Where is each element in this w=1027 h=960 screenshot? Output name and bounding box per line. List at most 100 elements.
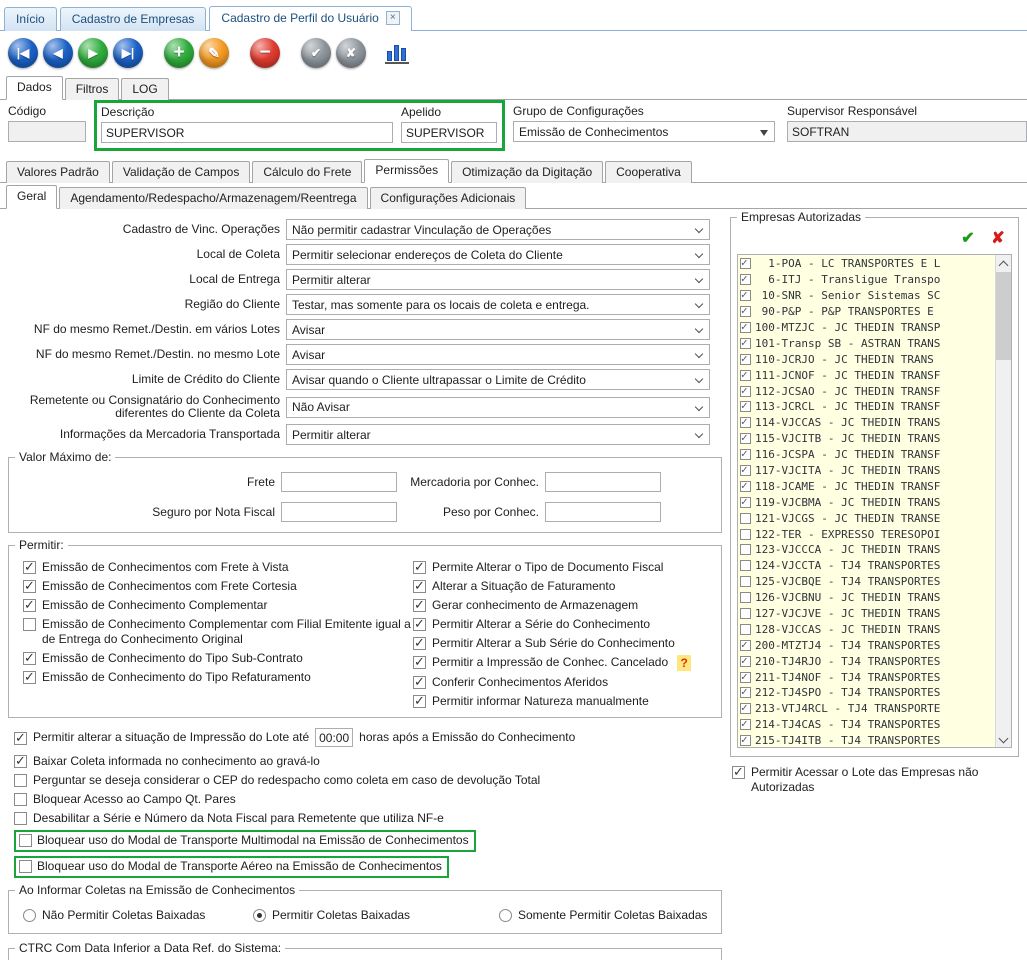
company-row[interactable]: 111-JCNOF - JC THEDIN TRANSF bbox=[739, 367, 994, 383]
perfil-tab[interactable]: Validação de Campos bbox=[112, 161, 251, 183]
misc-checkbox-row[interactable]: Bloquear Acesso ao Campo Qt. Pares bbox=[14, 792, 722, 807]
company-row[interactable]: 90-P&P - P&P TRANSPORTES E bbox=[739, 304, 994, 320]
company-row[interactable]: 117-VJCITA - JC THEDIN TRANS bbox=[739, 463, 994, 479]
permitir-checkbox-row[interactable]: Emissão de Conhecimento Complementar com… bbox=[23, 617, 413, 647]
company-row[interactable]: 122-TER - EXPRESSO TERESOPOI bbox=[739, 526, 994, 542]
policy-dropdown[interactable]: Permitir selecionar endereços de Coleta … bbox=[286, 244, 710, 265]
perfil-tab[interactable]: Valores Padrão bbox=[6, 161, 110, 183]
record-tab[interactable]: Dados bbox=[6, 76, 63, 100]
permitir-checkbox-row[interactable]: Permitir a Impressão de Conhec. Cancelad… bbox=[413, 655, 713, 671]
company-row[interactable]: 1-POA - LC TRANSPORTES E L bbox=[739, 256, 994, 272]
supervisor-input[interactable] bbox=[787, 121, 1027, 142]
misc-checkbox-row[interactable]: Desabilitar a Série e Número da Nota Fis… bbox=[14, 811, 722, 826]
company-row[interactable]: 128-VJCCAS - JC THEDIN TRANS bbox=[739, 621, 994, 637]
chart-button[interactable] bbox=[383, 39, 411, 67]
company-row[interactable]: 213-VTJ4RCL - TJ4 TRANSPORTE bbox=[739, 701, 994, 717]
valor-maximo-input[interactable] bbox=[281, 502, 397, 522]
company-row[interactable]: 121-VJCGS - JC THEDIN TRANSE bbox=[739, 510, 994, 526]
company-row[interactable]: 6-ITJ - Transligue Transpo bbox=[739, 272, 994, 288]
policy-dropdown[interactable]: Avisar quando o Cliente ultrapassar o Li… bbox=[286, 369, 710, 390]
confirm-button[interactable]: ✔ bbox=[301, 38, 331, 68]
coletas-radio-option[interactable]: Somente Permitir Coletas Baixadas bbox=[499, 908, 707, 922]
policy-dropdown[interactable]: Não Avisar bbox=[286, 397, 710, 418]
valor-maximo-input[interactable] bbox=[545, 472, 661, 492]
permitir-checkbox-row[interactable]: Permitir informar Natureza manualmente bbox=[413, 694, 713, 709]
window-tab[interactable]: Cadastro de Perfil do Usuário bbox=[209, 6, 411, 31]
lote-impressao-row[interactable]: Permitir alterar a situação de Impressão… bbox=[14, 728, 722, 747]
company-row[interactable]: 10-SNR - Senior Sistemas SC bbox=[739, 288, 994, 304]
company-row[interactable]: 127-VJCJVE - JC THEDIN TRANS bbox=[739, 606, 994, 622]
company-row[interactable]: 100-MTZJC - JC THEDIN TRANSP bbox=[739, 320, 994, 336]
perfil-tab[interactable]: Cooperativa bbox=[605, 161, 692, 183]
apelido-input[interactable] bbox=[401, 122, 497, 143]
perfil-tab[interactable]: Cálculo do Frete bbox=[252, 161, 362, 183]
permitir-checkbox-row[interactable]: Gerar conhecimento de Armazenagem bbox=[413, 598, 713, 613]
next-record-button[interactable]: ▶ bbox=[78, 38, 108, 68]
coletas-radio-option[interactable]: Permitir Coletas Baixadas bbox=[253, 908, 499, 922]
valor-maximo-input[interactable] bbox=[281, 472, 397, 492]
company-row[interactable]: 210-TJ4RJO - TJ4 TRANSPORTES bbox=[739, 653, 994, 669]
company-row[interactable]: 112-JCSAO - JC THEDIN TRANSF bbox=[739, 383, 994, 399]
confirm-selection-button[interactable] bbox=[956, 228, 980, 249]
permissoes-subtab[interactable]: Agendamento/Redespacho/Armazenagem/Reent… bbox=[59, 187, 367, 209]
last-record-button[interactable]: ▶| bbox=[113, 38, 143, 68]
valor-maximo-input[interactable] bbox=[545, 502, 661, 522]
company-row[interactable]: 125-VJCBQE - TJ4 TRANSPORTES bbox=[739, 574, 994, 590]
misc-checkbox-row[interactable]: Baixar Coleta informada no conhecimento … bbox=[14, 754, 722, 769]
lote-hours-input[interactable] bbox=[315, 728, 353, 747]
company-row[interactable]: 110-JCRJO - JC THEDIN TRANS bbox=[739, 351, 994, 367]
company-row[interactable]: 215-TJ4ITB - TJ4 TRANSPORTES bbox=[739, 733, 994, 748]
scrollbar[interactable] bbox=[995, 255, 1011, 747]
permitir-checkbox-row[interactable]: Emissão de Conhecimentos com Frete à Vis… bbox=[23, 560, 413, 575]
policy-dropdown[interactable]: Permitir alterar bbox=[286, 269, 710, 290]
window-tab[interactable]: Cadastro de Empresas bbox=[60, 7, 207, 31]
scroll-thumb[interactable] bbox=[996, 272, 1011, 360]
company-row[interactable]: 113-JCRCL - JC THEDIN TRANSF bbox=[739, 399, 994, 415]
company-row[interactable]: 126-VJCBNU - JC THEDIN TRANS bbox=[739, 590, 994, 606]
company-list[interactable]: 1-POA - LC TRANSPORTES E L 6-ITJ - Trans… bbox=[737, 254, 1012, 748]
scroll-up-icon[interactable] bbox=[996, 255, 1011, 271]
policy-dropdown[interactable]: Testar, mas somente para os locais de co… bbox=[286, 294, 710, 315]
company-row[interactable]: 115-VJCITB - JC THEDIN TRANS bbox=[739, 431, 994, 447]
permitir-checkbox-row[interactable]: Emissão de Conhecimento Complementar bbox=[23, 598, 413, 613]
cancel-button[interactable]: ✘ bbox=[336, 38, 366, 68]
first-record-button[interactable]: |◀ bbox=[8, 38, 38, 68]
permitir-checkbox-row[interactable]: Permite Alterar o Tipo de Documento Fisc… bbox=[413, 560, 713, 575]
company-row[interactable]: 101-Transp SB - ASTRAN TRANS bbox=[739, 335, 994, 351]
record-tab[interactable]: LOG bbox=[121, 78, 168, 100]
help-icon[interactable] bbox=[677, 655, 691, 671]
misc-checkbox-row[interactable]: Bloquear uso do Modal de Transporte Mult… bbox=[14, 830, 476, 852]
close-icon[interactable] bbox=[386, 11, 400, 25]
permitir-checkbox-row[interactable]: Emissão de Conhecimentos com Frete Corte… bbox=[23, 579, 413, 594]
company-row[interactable]: 211-TJ4NOF - TJ4 TRANSPORTES bbox=[739, 669, 994, 685]
misc-checkbox-row[interactable]: Perguntar se deseja considerar o CEP do … bbox=[14, 773, 722, 788]
company-row[interactable]: 119-VJCBMA - JC THEDIN TRANS bbox=[739, 494, 994, 510]
edit-record-button[interactable]: ✎ bbox=[199, 38, 229, 68]
grupo-dropdown[interactable]: Emissão de Conhecimentos bbox=[513, 121, 775, 142]
permissoes-subtab[interactable]: Configurações Adicionais bbox=[370, 187, 527, 209]
permitir-checkbox-row[interactable]: Conferir Conhecimentos Aferidos bbox=[413, 675, 713, 690]
window-tab[interactable]: Início bbox=[4, 7, 57, 31]
scroll-down-icon[interactable] bbox=[996, 731, 1011, 747]
company-row[interactable]: 118-JCAME - JC THEDIN TRANSF bbox=[739, 478, 994, 494]
company-row[interactable]: 124-VJCCTA - TJ4 TRANSPORTES bbox=[739, 558, 994, 574]
descricao-input[interactable] bbox=[101, 122, 393, 143]
perfil-tab[interactable]: Otimização da Digitação bbox=[451, 161, 603, 183]
misc-checkbox-row[interactable]: Bloquear uso do Modal de Transporte Aére… bbox=[14, 856, 449, 878]
clear-selection-button[interactable] bbox=[986, 228, 1010, 249]
add-record-button[interactable]: + bbox=[164, 38, 194, 68]
company-row[interactable]: 200-MTZTJ4 - TJ4 TRANSPORTES bbox=[739, 637, 994, 653]
codigo-input[interactable] bbox=[8, 121, 86, 142]
permitir-checkbox-row[interactable]: Emissão de Conhecimento do Tipo Refatura… bbox=[23, 670, 413, 685]
policy-dropdown[interactable]: Avisar bbox=[286, 344, 710, 365]
company-row[interactable]: 123-VJCCCA - JC THEDIN TRANS bbox=[739, 542, 994, 558]
permitir-checkbox-row[interactable]: Emissão de Conhecimento do Tipo Sub-Cont… bbox=[23, 651, 413, 666]
company-row[interactable]: 214-TJ4CAS - TJ4 TRANSPORTES bbox=[739, 717, 994, 733]
company-row[interactable]: 212-TJ4SPO - TJ4 TRANSPORTES bbox=[739, 685, 994, 701]
policy-dropdown[interactable]: Permitir alterar bbox=[286, 424, 710, 445]
permitir-checkbox-row[interactable]: Alterar a Situação de Faturamento bbox=[413, 579, 713, 594]
permitir-checkbox-row[interactable]: Permitir Alterar a Sub Série do Conhecim… bbox=[413, 636, 713, 651]
company-row[interactable]: 116-JCSPA - JC THEDIN TRANSF bbox=[739, 447, 994, 463]
previous-record-button[interactable]: ◀ bbox=[43, 38, 73, 68]
company-row[interactable]: 114-VJCCAS - JC THEDIN TRANS bbox=[739, 415, 994, 431]
